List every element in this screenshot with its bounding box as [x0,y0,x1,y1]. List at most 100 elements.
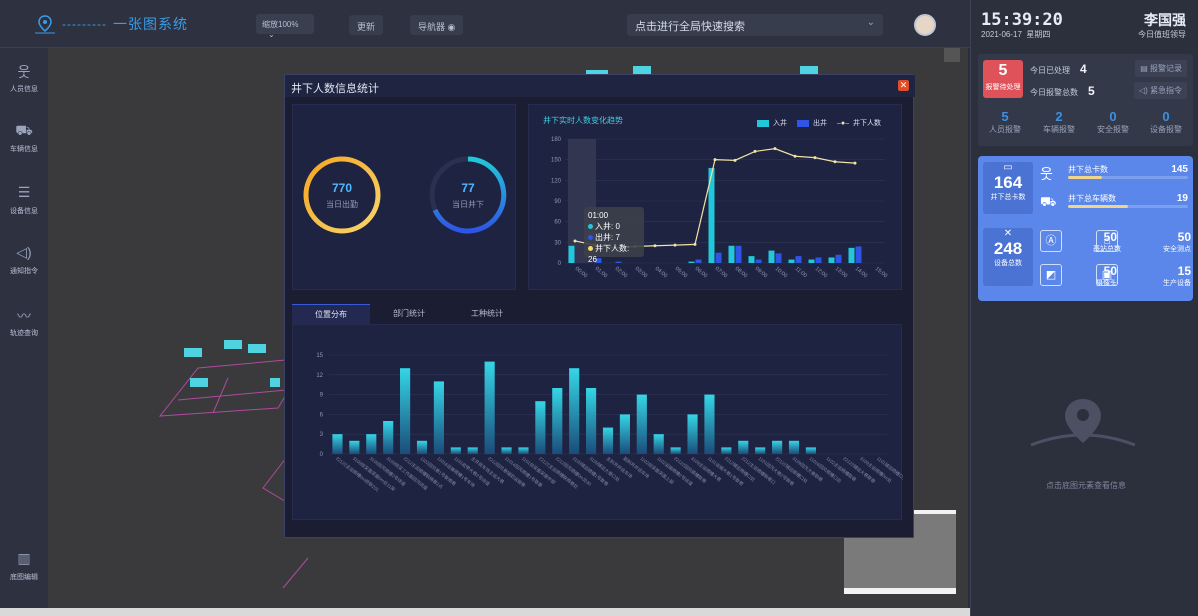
card-count-fill [1068,176,1102,179]
tab-job-type[interactable]: 工种统计 [448,304,526,324]
point-total [653,244,657,248]
location-bar [552,388,563,454]
avatar[interactable] [914,14,936,36]
chevron-down-icon: ⌄ [268,30,275,39]
nav-item-notice[interactable]: ◁) 通知指令 [0,244,48,276]
alarm-total-label: 今日报警总数 [1030,88,1078,97]
trend-x-tick: 06:00 [694,266,708,279]
card-count-value: 145 [1171,164,1188,175]
global-search-input[interactable]: 点击进行全局快速搜索 ⌄ [627,14,883,36]
vehicle-count-track [1068,205,1188,208]
location-bar [383,421,394,454]
emergency-label: 紧急指令 [1150,86,1182,95]
zoom-select-value: 缩放100% [262,20,299,29]
alarm-processed: 今日已处理 4 [1030,62,1087,76]
device-safety-point[interactable]: ⌂ 50 安全测点 [1096,230,1191,256]
alarm-summary: 5 报警待处理 今日已处理 4 今日报警总数 5 ▤ 报警记录 ◁) 紧急指令 5人… [978,54,1193,146]
eye-icon: ◉ [447,22,456,32]
location-y-tick: 9 [320,393,324,399]
alarm-processed-count: 4 [1080,62,1087,76]
alarm-record-button[interactable]: ▤ 报警记录 [1135,60,1187,77]
tooltip-total-row: 井下人数: 26 [588,243,640,265]
alarm-pending-label: 报警待处理 [985,84,1021,91]
location-y-tick: 0 [320,452,324,458]
tab-location[interactable]: 位置分布 [292,304,370,324]
card-count-label: 井下总卡数 [1068,165,1108,174]
point-total [853,161,857,165]
logo-decoration: --------- [62,17,107,31]
app-title: 一张图系统 [112,17,188,33]
trend-x-tick: 07:00 [714,266,728,279]
tooltip-time: 01:00 [588,211,609,220]
empty-hint: 点击底图元素查看信息 [1046,481,1126,490]
point-total [833,160,837,164]
category-vehicle-alarm[interactable]: 2 车辆报警 [1032,110,1086,135]
location-bar [349,440,360,454]
point-total [693,242,697,246]
underground-cards-card[interactable]: ▭ 164 井下总卡数 [983,162,1033,214]
location-chart-panel: 0 3 6 9 12 15 22122主运顺槽0m桥联201 3109综采面采面0m处11架 3… [292,324,909,520]
location-bar [755,447,766,454]
bar-in [688,261,695,263]
car-icon: ⛟ [15,122,33,138]
map-icon: ▥ [17,550,31,566]
category-safety-alarm[interactable]: 0 安全报警 [1086,110,1140,135]
clock: 15:39:20 [981,10,1063,30]
trend-x-tick: 03:00 [634,266,648,279]
map-pin-placeholder-icon [1030,399,1136,447]
trend-y-tick: 90 [554,199,561,205]
trend-y-tick: 0 [558,261,562,267]
nav-item-person-info[interactable]: 웃 人员信息 [0,62,48,94]
category-device-alarm[interactable]: 0 设备报警 [1139,110,1193,135]
tooltip-total: 井下人数: 26 [588,244,630,264]
alarm-pending-count: 5 [998,62,1008,79]
date: 2021-06-17 星期四 [981,29,1050,40]
global-search-placeholder: 点击进行全局快速搜索 [635,21,745,33]
nav-item-vehicle-info[interactable]: ⛟ 车辆信息 [0,122,48,154]
weekday: 星期四 [1026,30,1051,39]
location-bar [484,361,495,454]
location-y-tick: 6 [320,412,324,418]
nav-item-label: 通知指令 [10,268,38,275]
status-bar [0,608,970,616]
attendance-rings [303,156,507,234]
top-bar: --------- 一张图系统 缩放100% ⌄ 更新 导航器 ◉ 点击进行全局… [0,0,970,48]
navigator-button[interactable]: 导航器 ◉ [410,15,464,35]
device-label: 安全测点 [1163,246,1191,253]
tooltip-in-dot [588,224,593,229]
logo: --------- 一张图系统 [34,14,188,34]
refresh-button[interactable]: 更新 [349,15,384,35]
trend-x-tick: 12:00 [814,266,828,279]
attendance-label: 当日出勤 [326,200,358,209]
nav-item-basemap-edit[interactable]: ▥ 底图编辑 [0,550,48,582]
underground-cards-total: 164 [993,173,1023,192]
alarm-pending-badge[interactable]: 5 报警待处理 [983,60,1023,98]
location-bar [450,447,461,454]
nav-item-device-info[interactable]: ☰ 设备信息 [0,184,48,216]
emergency-button[interactable]: ◁) 紧急指令 [1133,82,1187,99]
trend-x-tick: 08:00 [734,266,748,279]
close-icon[interactable]: ✕ [898,80,909,91]
location-bar [670,447,681,454]
vehicle-count-row: 井下总车辆数 19 [1068,193,1188,208]
zoom-select[interactable]: 缩放100% ⌄ [256,14,314,39]
location-bar [535,401,546,454]
category-label: 人员报警 [989,125,1021,134]
device-production[interactable]: ▣ 15 生产设备 [1096,264,1191,290]
vehicle-count-label: 井下总车辆数 [1068,194,1116,203]
location-bar [653,434,664,454]
tooltip-in-row: 入井: 0 [588,221,640,232]
nav-item-track-query[interactable]: 〰轨迹查询 [0,306,48,338]
tooltip-out-row: 出井: 7 [588,232,640,243]
tab-department[interactable]: 部门统计 [370,304,448,324]
app-root: { "header": { "app_title": "一张图系统", "zoo… [0,0,1198,616]
device-total-card[interactable]: ✕ 248 设备总数 [983,228,1033,286]
location-y-tick: 3 [320,432,324,438]
trend-x-tick: 02:00 [614,266,628,279]
speaker-icon: ◁) [1138,86,1148,95]
tooltip-total-dot [588,246,593,251]
category-person-alarm[interactable]: 5 人员报警 [978,110,1032,135]
trend-chart-panel: 井下实时人数变化趋势 入井 出井 –●– 井下人数 0 30 60 90 120 150 18… [528,104,902,290]
navigator-label: 导航器 [418,22,446,32]
alarm-total: 今日报警总数 5 [1030,84,1095,98]
